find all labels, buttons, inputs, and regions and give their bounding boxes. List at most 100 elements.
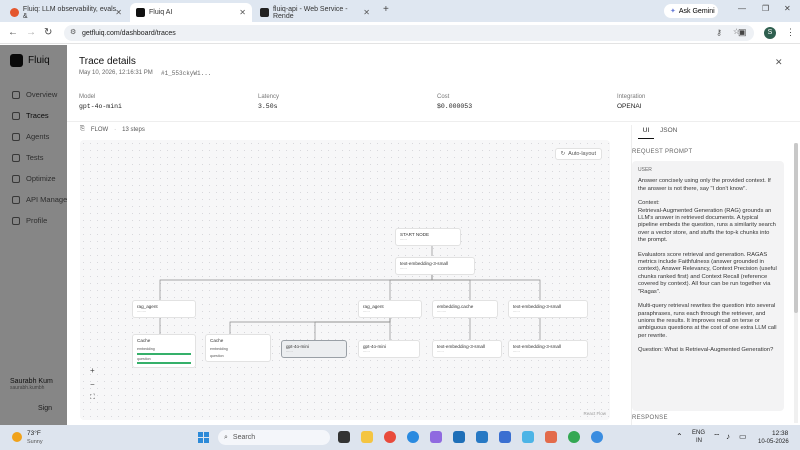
browser-tab[interactable]: fluiq-api - Web Service - Rende ✕: [254, 3, 376, 22]
edge-icon[interactable]: [407, 431, 419, 443]
node-label: text-embedding-3-small: [513, 344, 561, 349]
close-icon[interactable]: ✕: [115, 8, 122, 17]
flow-node[interactable]: text-embedding-3-small ······: [432, 340, 502, 358]
forward-arrow-icon[interactable]: →: [26, 27, 36, 38]
store-icon[interactable]: [453, 431, 465, 443]
flow-edges: [159, 242, 541, 340]
windows-start-icon[interactable]: [198, 432, 209, 443]
close-icon[interactable]: ✕: [775, 57, 783, 68]
user-role-label: USER: [638, 167, 652, 173]
auto-layout-label: Auto-layout: [568, 151, 596, 157]
app-icon[interactable]: [591, 431, 603, 443]
minimize-icon[interactable]: —: [738, 4, 746, 13]
weather-desc: Sunny: [27, 439, 43, 445]
site-info-icon[interactable]: ⚙: [70, 28, 76, 36]
browser-tab[interactable]: Fluiq: LLM observability, evals & ✕: [4, 3, 128, 22]
chevron-up-icon[interactable]: ⌃: [676, 432, 683, 441]
meta-label: Model: [79, 94, 96, 100]
reload-icon[interactable]: ↻: [44, 27, 52, 38]
flow-node[interactable]: rag_agent ······: [358, 300, 422, 318]
chrome-icon[interactable]: [384, 431, 396, 443]
window-close-icon[interactable]: ✕: [784, 4, 791, 13]
sidepanel-icon[interactable]: ▣: [738, 27, 747, 38]
profile-avatar[interactable]: S: [764, 27, 776, 39]
divider: [67, 121, 800, 122]
password-key-icon[interactable]: ⚷: [716, 28, 722, 37]
node-label: Cache: [210, 338, 224, 343]
task-view-icon[interactable]: [338, 431, 350, 443]
auto-layout-button[interactable]: ↻ Auto-layout: [554, 148, 602, 160]
chrome-icon[interactable]: [568, 431, 580, 443]
gemini-icon: ✦: [670, 8, 676, 15]
scrollbar[interactable]: [794, 143, 798, 423]
prompt-paragraph: Multi-query retrieval rewrites the quest…: [638, 303, 777, 339]
steps-count: 13 steps: [122, 126, 145, 133]
node-label: gpt-4o-mini: [286, 344, 309, 349]
weather-temp[interactable]: 73°F: [27, 430, 41, 437]
tab-title: fluiq-api - Web Service - Rende: [272, 5, 348, 20]
claude-icon[interactable]: [545, 431, 557, 443]
zoom-in-button[interactable]: +: [90, 366, 95, 375]
trace-timestamp: May 10, 2026, 12:16:31 PM: [79, 70, 153, 76]
app-icon[interactable]: [522, 431, 534, 443]
back-arrow-icon[interactable]: ←: [8, 27, 18, 38]
flow-node[interactable]: text-embedding-3-small ······: [508, 300, 588, 318]
flow-node[interactable]: gpt-4o-mini ······: [358, 340, 420, 358]
flow-icon: ⎘: [80, 126, 85, 132]
scrollbar-thumb[interactable]: [794, 143, 798, 313]
prompt-paragraph: Evaluators score retrieval and generatio…: [638, 251, 777, 295]
flow-node[interactable]: rag_agent ········: [132, 300, 196, 318]
fit-view-button[interactable]: ⛶: [90, 394, 95, 402]
clock-time[interactable]: 12:38: [772, 430, 788, 437]
flow-node[interactable]: text-embedding-3-small ······: [395, 257, 475, 275]
trace-id[interactable]: #1_553ckyW1...: [161, 70, 211, 77]
flow-node-cache[interactable]: Cache embedding question: [205, 334, 271, 362]
sun-icon: [12, 432, 22, 442]
wifi-icon[interactable]: ⌔: [713, 432, 721, 442]
app-icon[interactable]: [430, 431, 442, 443]
modal-backdrop[interactable]: [0, 45, 70, 425]
vscode-icon[interactable]: [476, 431, 488, 443]
flow-node-selected[interactable]: gpt-4o-mini ······: [281, 340, 347, 358]
gemini-label: Ask Gemini: [678, 7, 715, 15]
tab-json[interactable]: JSON: [660, 127, 677, 134]
ask-gemini-button[interactable]: ✦ Ask Gemini: [664, 4, 718, 18]
new-tab-button[interactable]: +: [383, 4, 389, 15]
close-icon[interactable]: ✕: [363, 8, 370, 17]
react-flow-attribution[interactable]: React Flow: [583, 411, 606, 416]
url-text: getfluiq.com/dashboard/traces: [82, 29, 176, 37]
fluiq-favicon-icon: [136, 8, 145, 17]
flow-node-start[interactable]: START NODE ······: [395, 228, 461, 246]
refresh-icon: ↻: [560, 151, 566, 157]
flow-label: FLOW: [90, 126, 109, 133]
url-field[interactable]: ⚙ getfluiq.com/dashboard/traces ⚷ ☆: [64, 25, 754, 41]
page-title: Trace details: [79, 56, 136, 67]
node-label: embedding.cache: [437, 304, 474, 309]
language-indicator[interactable]: ENG: [692, 430, 705, 436]
taskbar-search[interactable]: ⌕ Search: [218, 430, 330, 445]
browser-tab-active[interactable]: Fluiq AI ✕: [130, 3, 252, 22]
cache-row: embedding: [210, 347, 228, 351]
meta-value: gpt-4o-mini: [79, 103, 122, 110]
kebab-menu-icon[interactable]: ⋮: [786, 27, 795, 38]
prompt-box: USER Answer concisely using only the pro…: [632, 161, 784, 411]
search-placeholder: Search: [232, 434, 256, 441]
node-label: START NODE: [400, 232, 430, 237]
flow-node[interactable]: text-embedding-3-small ······: [508, 340, 588, 358]
zoom-out-button[interactable]: −: [90, 380, 95, 389]
meta-label: Integration: [617, 94, 646, 100]
battery-icon[interactable]: ▭: [739, 432, 747, 441]
close-icon[interactable]: ✕: [239, 8, 246, 17]
flow-node-cache[interactable]: Cache embedding question: [132, 334, 196, 368]
flow-canvas[interactable]: START NODE ······ text-embedding-3-small…: [80, 140, 610, 420]
tab-title: Fluiq: LLM observability, evals &: [22, 5, 117, 20]
file-explorer-icon[interactable]: [361, 431, 373, 443]
flow-node[interactable]: embedding.cache ········: [432, 300, 498, 318]
volume-icon[interactable]: ♪: [726, 432, 730, 441]
browser-tab-bar: Fluiq: LLM observability, evals & ✕ Flui…: [0, 0, 800, 22]
node-label: text-embedding-3-small: [400, 261, 448, 266]
tab-ui[interactable]: UI: [638, 127, 654, 139]
maximize-icon[interactable]: ❐: [762, 4, 769, 13]
app-icon[interactable]: [499, 431, 511, 443]
meta-label: Latency: [258, 94, 280, 100]
